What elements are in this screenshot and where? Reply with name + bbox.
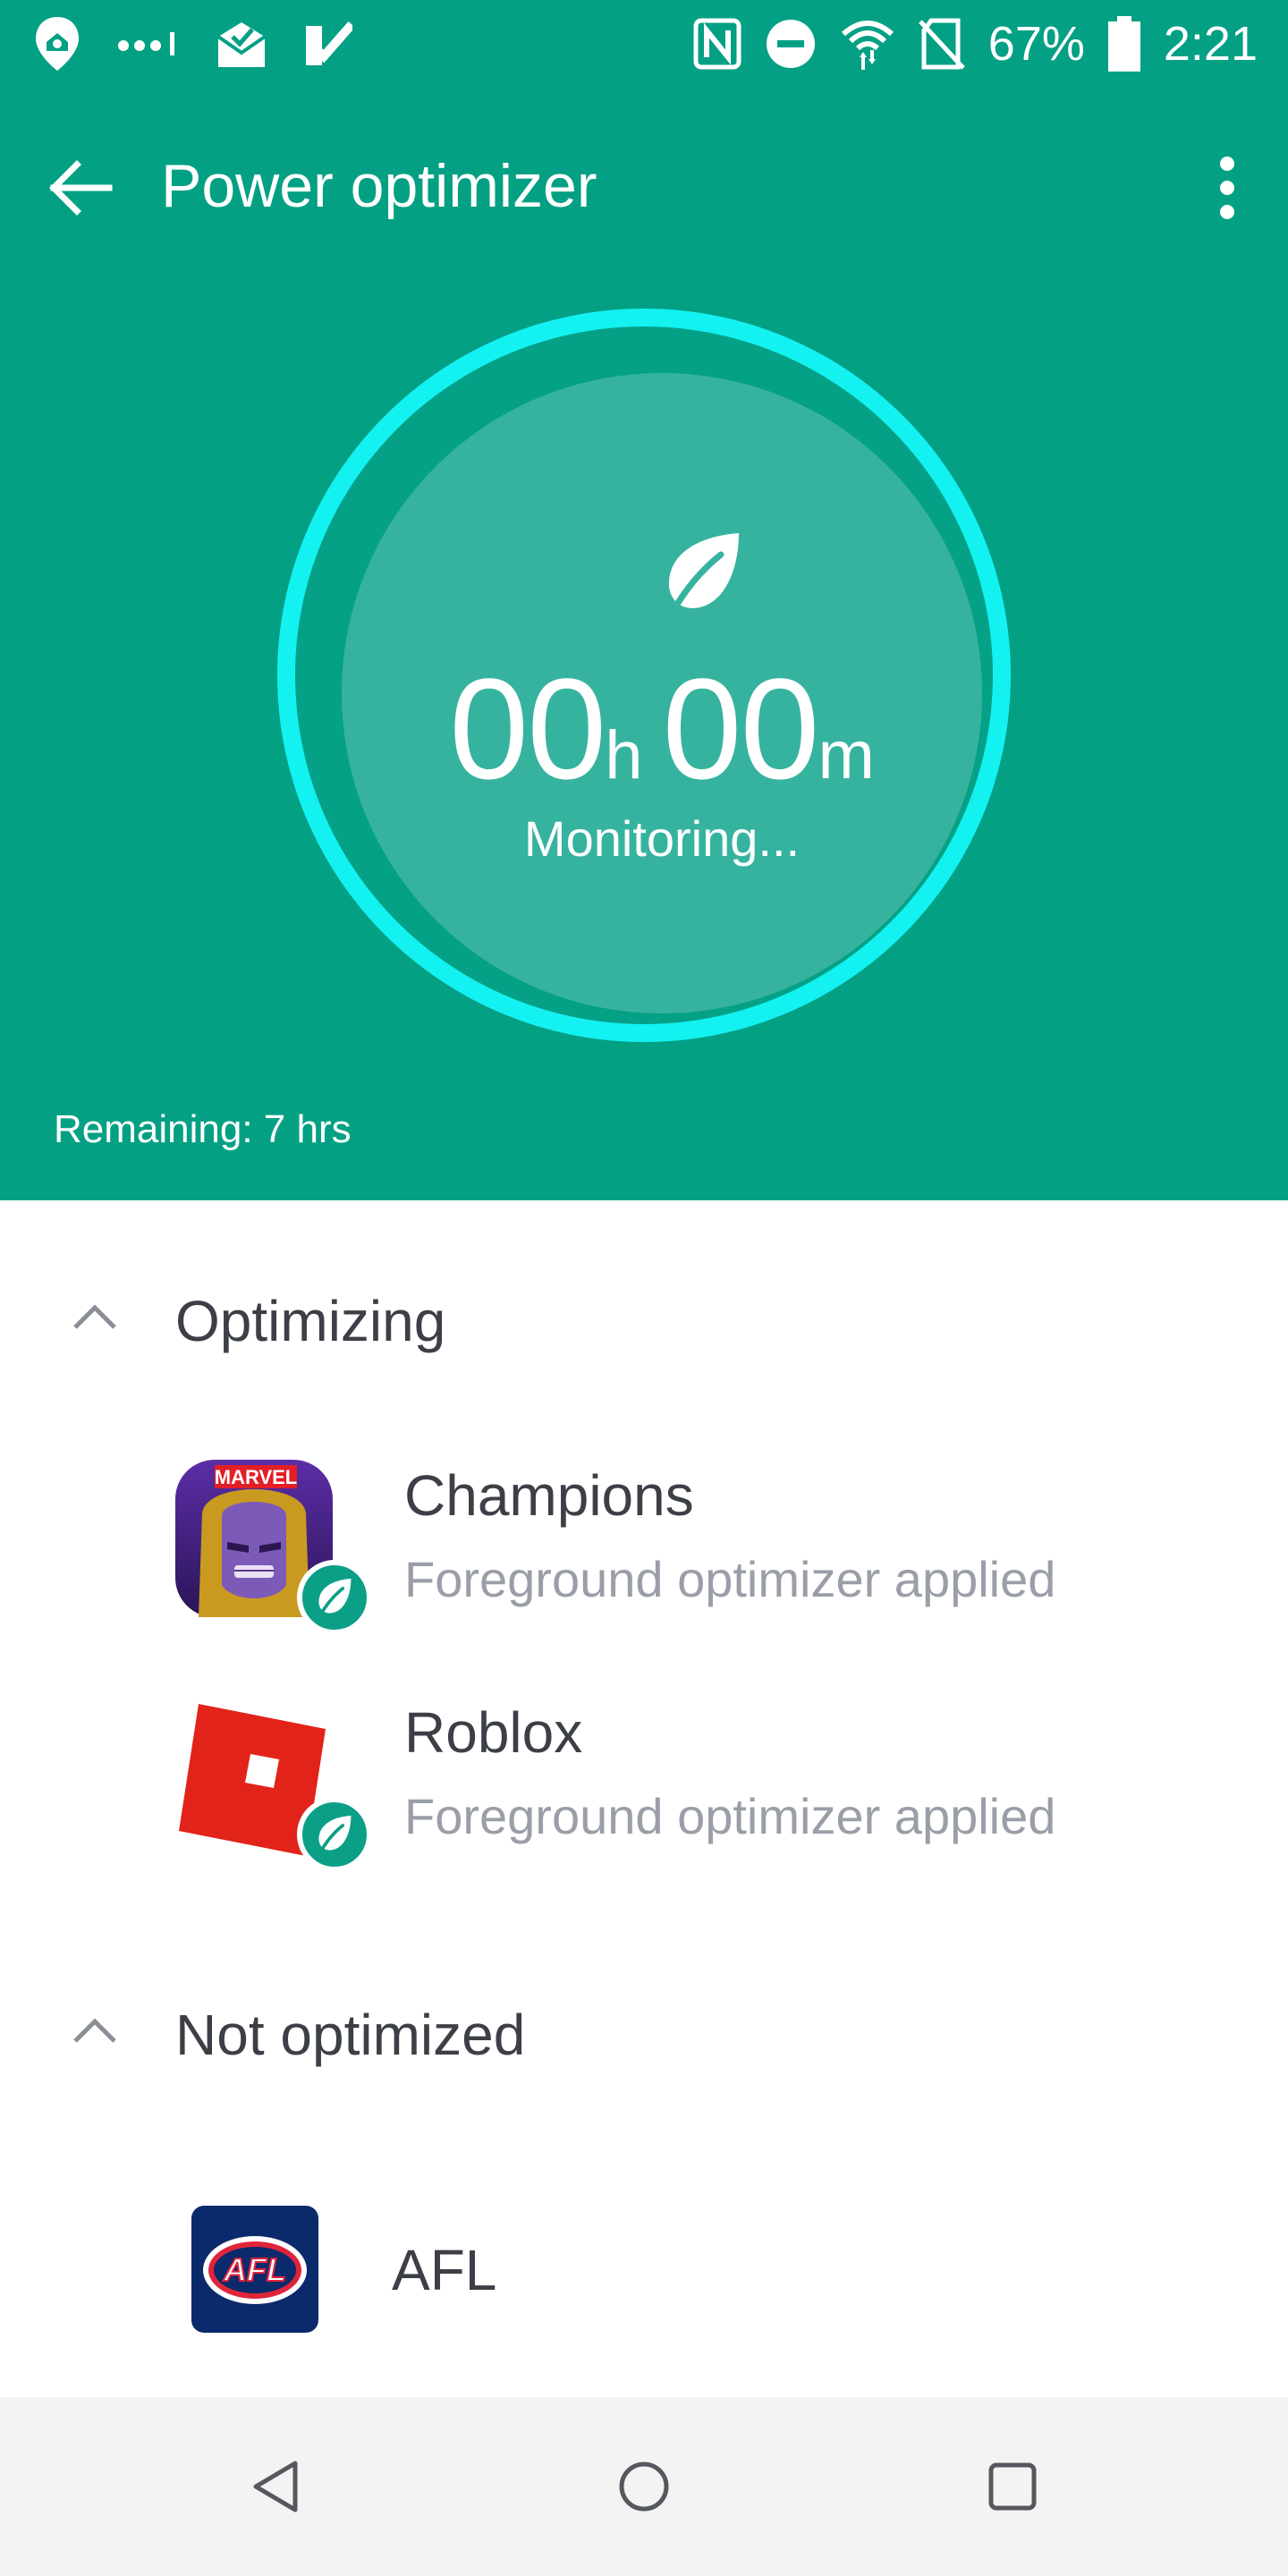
monitoring-status: Monitoring... [523, 810, 801, 867]
afl-app-icon: AFL [191, 2206, 318, 2333]
battery-percent: 67% [987, 17, 1085, 71]
page-title: Power optimizer [161, 152, 597, 220]
svg-text:MARVEL: MARVEL [215, 1466, 298, 1488]
timer-minutes: 00 [662, 648, 819, 809]
triangle-back-icon [253, 2461, 298, 2512]
status-bar: 67% 2:21 [0, 0, 1288, 86]
section-label: Optimizing [175, 1289, 446, 1353]
app-bar: Power optimizer [0, 125, 1288, 242]
location-pin-icon [36, 17, 79, 71]
app-name: AFL [392, 2238, 497, 2302]
section-label: Not optimized [175, 2003, 526, 2067]
monitor-circle: 00h 00m Monitoring... [342, 373, 982, 1013]
timer-hours: 00 [449, 648, 606, 809]
app-status: Foreground optimizer applied [404, 1788, 1056, 1844]
section-header-not-optimized[interactable]: Not optimized [0, 1982, 1288, 2089]
clock: 2:21 [1163, 17, 1258, 71]
more-vert-icon [1220, 157, 1234, 219]
do-not-disturb-icon [766, 20, 815, 68]
more-options-button[interactable] [1184, 145, 1270, 231]
afl-logo-text: AFL [223, 2251, 286, 2288]
task-check-icon [306, 21, 352, 65]
optimized-badge [297, 1797, 372, 1872]
nav-home-button[interactable] [599, 2442, 689, 2531]
chevron-up-icon [73, 2018, 116, 2043]
header-panel: 67% 2:21 Power optimizer 00h 00m Monitor… [0, 0, 1288, 1200]
timer-minutes-unit: m [818, 717, 875, 793]
monitor-ring: 00h 00m Monitoring... [277, 309, 1011, 1042]
nav-back-button[interactable] [231, 2442, 320, 2531]
mail-check-icon [216, 22, 267, 67]
section-header-optimizing[interactable]: Optimizing [0, 1268, 1288, 1376]
system-nav-bar [0, 2397, 1288, 2576]
leaf-icon [318, 1815, 352, 1855]
nav-recents-button[interactable] [968, 2442, 1057, 2531]
chevron-up-icon [73, 1304, 116, 1329]
no-sim-icon [918, 18, 965, 70]
list-item-champions[interactable]: MARVEL Champions Foreground optimizer ap… [0, 1460, 1288, 1657]
leaf-icon [318, 1578, 352, 1618]
back-button[interactable] [38, 145, 123, 231]
leaf-icon [667, 533, 739, 619]
list-item-afl[interactable]: AFL AFL [0, 2202, 1288, 2336]
battery-icon [1107, 16, 1140, 72]
more-notifications-icon [118, 32, 174, 55]
remaining-time: Remaining: 7 hrs [54, 1107, 352, 1151]
optimized-badge [297, 1560, 372, 1635]
app-name: Roblox [404, 1700, 583, 1765]
wifi-icon [841, 21, 894, 70]
nfc-icon [693, 18, 741, 70]
timer-hours-unit: h [605, 717, 643, 793]
app-name: Champions [404, 1463, 694, 1528]
list-item-roblox[interactable]: Roblox Foreground optimizer applied [0, 1697, 1288, 1894]
circle-home-icon [619, 2462, 669, 2512]
square-recents-icon [988, 2462, 1037, 2511]
timer-display: 00h 00m [342, 657, 982, 801]
arrow-left-icon [49, 160, 113, 216]
app-status: Foreground optimizer applied [404, 1551, 1056, 1607]
